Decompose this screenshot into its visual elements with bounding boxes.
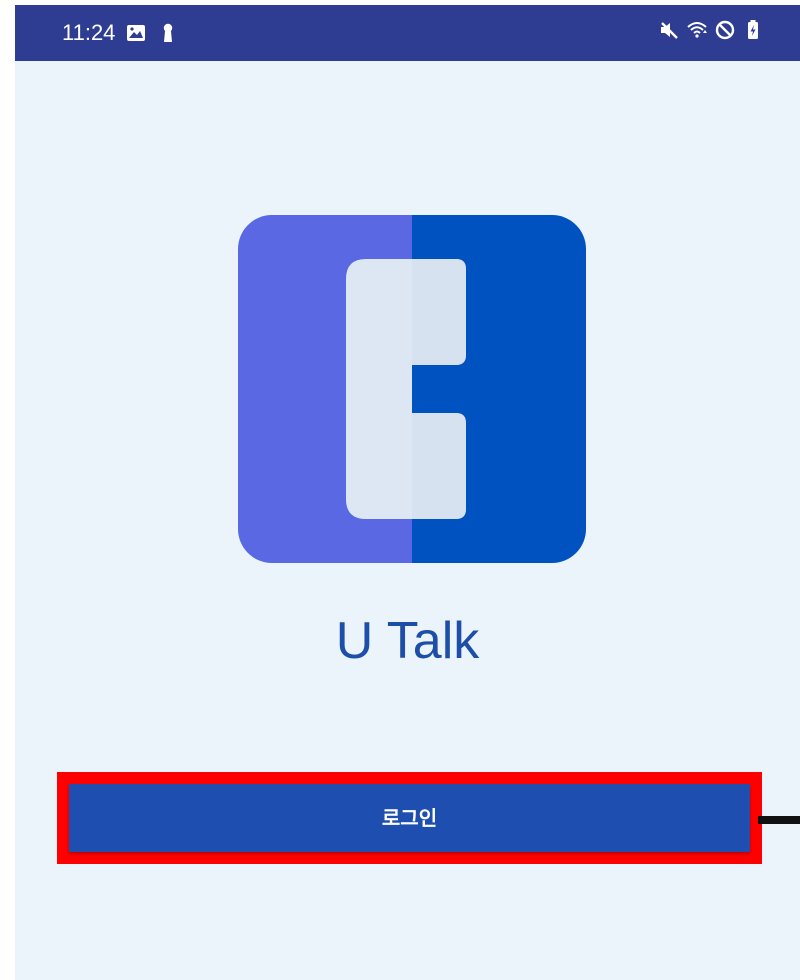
wifi-icon: [686, 19, 708, 41]
status-bar: 11:24: [15, 5, 800, 61]
mute-icon: [658, 19, 680, 41]
status-time: 11:24: [62, 20, 116, 45]
login-button[interactable]: 로그인: [69, 784, 750, 852]
keyhole-icon: [157, 22, 179, 44]
app-logo: [238, 215, 586, 563]
app-title: U Talk: [335, 612, 480, 670]
image-icon: [125, 22, 147, 44]
do-not-disturb-icon: [714, 19, 736, 41]
annotation-pointer-line: [758, 816, 800, 824]
status-right: [658, 19, 764, 41]
app-screen: 11:24 U Talk 로그인: [15, 5, 800, 980]
battery-charging-icon: [742, 19, 764, 41]
status-left: 11:24: [62, 19, 179, 47]
